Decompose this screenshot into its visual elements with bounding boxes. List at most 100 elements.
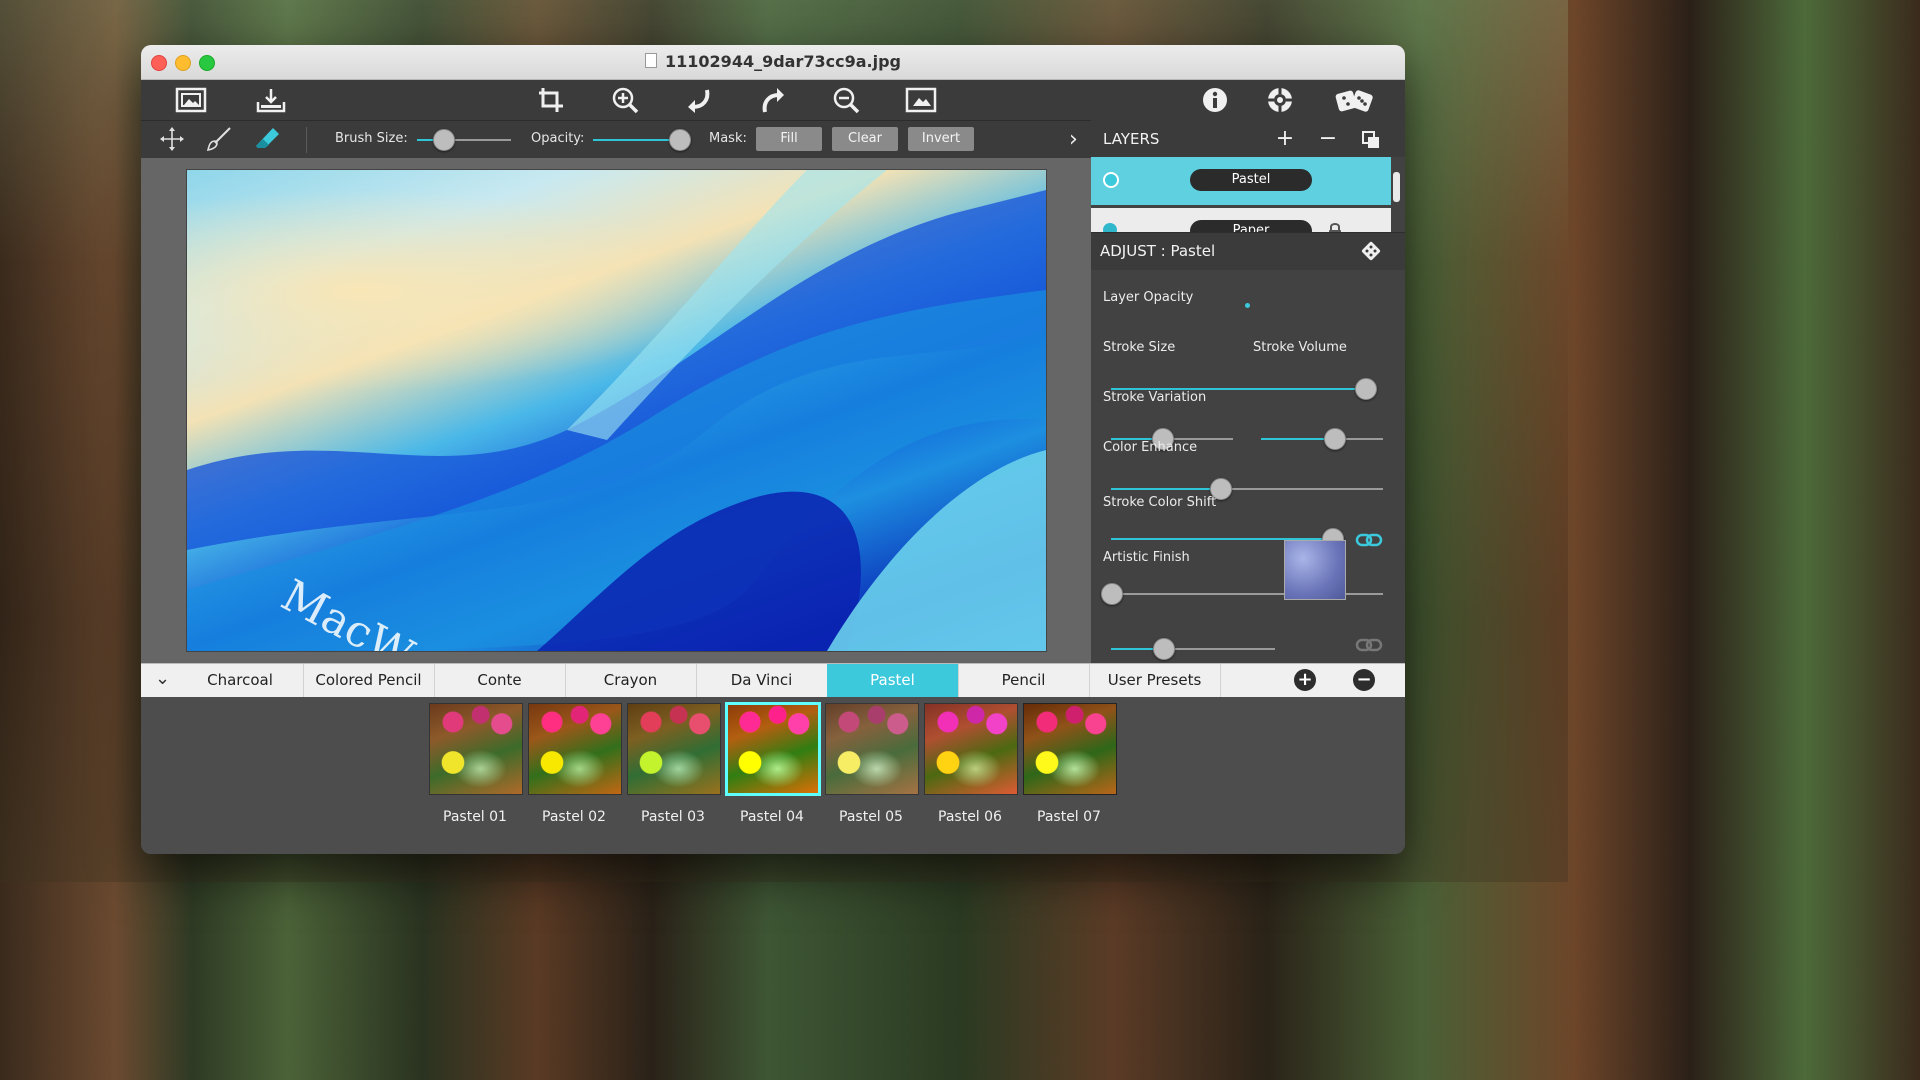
randomize-icon[interactable] — [1333, 84, 1377, 116]
layer-row-pastel[interactable]: Pastel — [1091, 157, 1391, 205]
tab-crayon[interactable]: Crayon — [565, 664, 697, 697]
redo-icon[interactable] — [755, 84, 791, 116]
mask-invert-button[interactable]: Invert — [908, 127, 974, 151]
open-image-icon[interactable] — [173, 84, 209, 116]
preset-label: Pastel 06 — [938, 809, 1002, 825]
canvas-area: MacW.com — [141, 158, 1091, 663]
add-layer-icon[interactable]: + — [1273, 126, 1297, 151]
artwork-canvas[interactable]: MacW.com — [186, 169, 1047, 652]
side-panel: LAYERS + − Pastel Paper ADJUST : Pastel — [1091, 120, 1405, 663]
preset-thumbnail — [924, 703, 1018, 795]
preset-label: Pastel 02 — [542, 809, 606, 825]
stroke-volume-label: Stroke Volume — [1253, 340, 1347, 355]
artwork-strokes — [187, 170, 1046, 651]
brush-size-label: Brush Size: — [335, 131, 408, 146]
brush-size-slider[interactable] — [417, 129, 511, 151]
toolbar-divider — [306, 127, 307, 153]
preset-label: Pastel 04 — [740, 809, 804, 825]
preset-thumbnail — [429, 703, 523, 795]
move-tool-icon[interactable] — [158, 126, 186, 152]
chevron-down-icon[interactable]: ⌄ — [155, 668, 170, 689]
preset-pastel-01[interactable] — [429, 703, 523, 797]
undo-icon[interactable] — [681, 84, 717, 116]
tab-colored-pencil[interactable]: Colored Pencil — [303, 664, 435, 697]
preset-strip: Pastel 01 Pastel 02 Pastel 03 Pastel 04 … — [141, 697, 1405, 854]
randomize-adjust-icon[interactable] — [1361, 241, 1383, 265]
slider-knob[interactable] — [1324, 428, 1347, 450]
opacity-slider-fill — [593, 139, 679, 141]
preset-thumbnail — [725, 702, 821, 796]
adjust-title: ADJUST : Pastel — [1100, 242, 1216, 260]
layers-header: LAYERS + − — [1091, 120, 1405, 157]
remove-preset-icon[interactable]: − — [1353, 669, 1375, 691]
slider-knob[interactable] — [1101, 583, 1123, 605]
preset-label: Pastel 01 — [443, 809, 507, 825]
preset-label: Pastel 07 — [1037, 809, 1101, 825]
opacity-slider-knob[interactable] — [669, 129, 691, 151]
preset-thumbnail — [627, 703, 721, 795]
mask-fill-button[interactable]: Fill — [756, 127, 822, 151]
app-window: 11102944_9dar73cc9a.jpg Brush Size: Opac… — [141, 45, 1405, 854]
layers-scrollbar[interactable] — [1393, 172, 1400, 202]
stroke-color-shift-label: Stroke Color Shift — [1103, 495, 1217, 510]
layers-title: LAYERS — [1103, 130, 1160, 148]
stroke-variation-slider[interactable] — [1111, 478, 1383, 500]
zoom-out-icon[interactable] — [829, 84, 865, 116]
layer-visibility-toggle[interactable] — [1103, 172, 1119, 188]
stroke-size-label: Stroke Size — [1103, 340, 1176, 355]
main-toolbar — [141, 80, 1405, 120]
title-bar: 11102944_9dar73cc9a.jpg — [141, 45, 1405, 80]
export-icon[interactable] — [253, 84, 289, 116]
stroke-variation-label: Stroke Variation — [1103, 390, 1207, 405]
adjust-header: ADJUST : Pastel — [1091, 232, 1405, 270]
link-icon-inactive[interactable] — [1355, 637, 1383, 653]
crop-icon[interactable] — [533, 84, 569, 116]
duplicate-layer-icon[interactable] — [1359, 130, 1383, 155]
tab-da-vinci[interactable]: Da Vinci — [696, 664, 828, 697]
layer-name: Pastel — [1190, 169, 1312, 191]
zoom-in-icon[interactable] — [608, 84, 644, 116]
mask-label: Mask: — [709, 131, 747, 146]
preset-label: Pastel 03 — [641, 809, 705, 825]
tab-pencil[interactable]: Pencil — [958, 664, 1090, 697]
tab-charcoal[interactable]: Charcoal — [171, 664, 304, 697]
artistic-finish-label: Artistic Finish — [1103, 550, 1190, 565]
artistic-finish-texture[interactable] — [1284, 540, 1346, 600]
chevron-right-icon[interactable]: › — [1069, 127, 1078, 152]
brush-tool-icon[interactable] — [205, 126, 233, 152]
page-indicator-dot — [1245, 303, 1250, 308]
tab-conte[interactable]: Conte — [434, 664, 566, 697]
settings-icon[interactable] — [1262, 84, 1298, 116]
stroke-volume-slider[interactable] — [1261, 428, 1383, 450]
info-icon[interactable] — [1197, 84, 1233, 116]
link-icon[interactable] — [1355, 532, 1383, 548]
opacity-slider[interactable] — [593, 129, 691, 151]
slider-knob[interactable] — [1355, 378, 1378, 400]
preset-pastel-02[interactable] — [528, 703, 622, 797]
artistic-finish-slider[interactable] — [1111, 638, 1275, 660]
remove-layer-icon[interactable]: − — [1316, 126, 1340, 151]
style-tabs: ⌄ Charcoal Colored Pencil Conte Crayon D… — [141, 663, 1405, 698]
tab-pastel[interactable]: Pastel — [827, 664, 959, 697]
add-preset-icon[interactable]: + — [1294, 669, 1316, 691]
layer-opacity-label: Layer Opacity — [1103, 290, 1194, 305]
preset-label: Pastel 05 — [839, 809, 903, 825]
preset-pastel-06[interactable] — [924, 703, 1018, 797]
opacity-label: Opacity: — [531, 131, 585, 146]
preset-pastel-03[interactable] — [627, 703, 721, 797]
color-enhance-label: Color Enhance — [1103, 440, 1198, 455]
brush-size-slider-knob[interactable] — [433, 129, 456, 151]
slider-knob[interactable] — [1153, 638, 1176, 660]
preset-thumbnail — [825, 703, 919, 795]
tab-user-presets[interactable]: User Presets — [1089, 664, 1221, 697]
preset-thumbnail — [1023, 703, 1117, 795]
brush-toolbar: Brush Size: Opacity: Mask: Fill Clear In… — [141, 120, 1091, 158]
preset-pastel-07[interactable] — [1023, 703, 1117, 797]
preset-pastel-04[interactable] — [725, 702, 821, 797]
slider-fill — [1111, 488, 1220, 490]
fit-image-icon[interactable] — [903, 84, 939, 116]
eraser-tool-icon[interactable] — [253, 126, 281, 152]
mask-clear-button[interactable]: Clear — [832, 127, 898, 151]
preset-thumbnail — [528, 703, 622, 795]
preset-pastel-05[interactable] — [825, 703, 919, 797]
